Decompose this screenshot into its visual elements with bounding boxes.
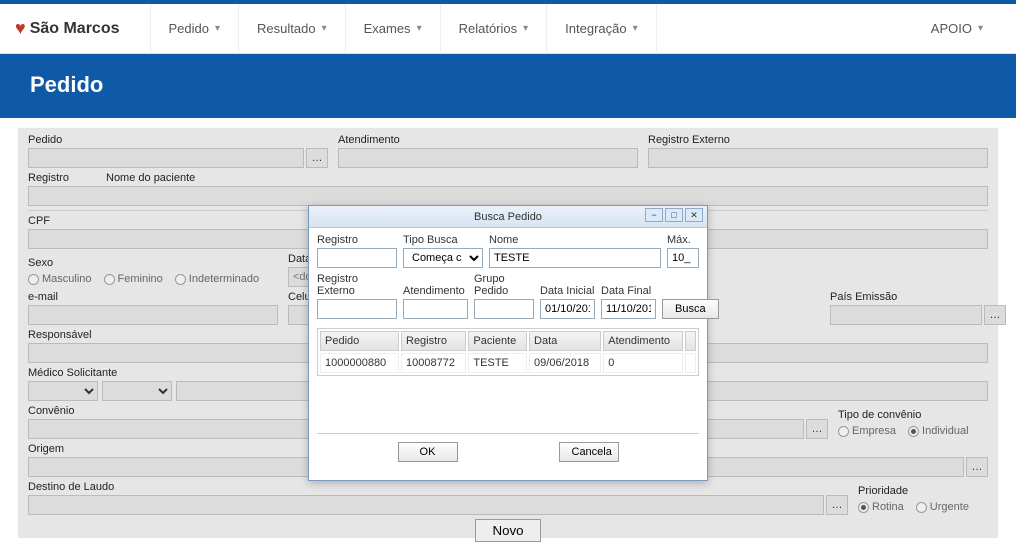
medico-select-2[interactable] [102, 381, 172, 401]
prioridade-radio-group: Rotina Urgente [858, 499, 988, 515]
modal-max-input[interactable] [667, 248, 699, 268]
medico-select-1[interactable] [28, 381, 98, 401]
convenio-lookup-button[interactable]: … [806, 419, 828, 439]
novo-button[interactable]: Novo [475, 519, 540, 542]
radio-feminino[interactable]: Feminino [104, 273, 163, 285]
col-paciente[interactable]: Paciente [468, 331, 527, 351]
email-input[interactable] [28, 305, 278, 325]
chevron-down-icon: ▾ [215, 23, 220, 34]
modal-title-bar[interactable]: Busca Pedido − □ ✕ [309, 206, 707, 228]
radio-urgente[interactable]: Urgente [916, 501, 969, 513]
pedido-lookup-button[interactable]: … [306, 148, 328, 168]
busca-pedido-modal: Busca Pedido − □ ✕ Registro Tipo BuscaCo… [308, 205, 708, 481]
tipo-convenio-radio-group: Empresa Individual [838, 423, 988, 439]
chevron-down-icon: ▾ [322, 23, 327, 34]
label-pais-emissao: País Emissão [830, 291, 1006, 303]
table-row[interactable]: 1000000880 10008772 TESTE 09/06/2018 0 [320, 353, 696, 373]
radio-empresa[interactable]: Empresa [838, 425, 896, 437]
chevron-down-icon: ▾ [417, 23, 422, 34]
label-registro: Registro [28, 172, 96, 184]
ok-button[interactable]: OK [398, 442, 458, 462]
modal-registro-externo-input[interactable] [317, 299, 397, 319]
modal-atendimento-input[interactable] [403, 299, 468, 319]
modal-tipo-busca-select[interactable]: Começa com [403, 248, 483, 268]
atendimento-input[interactable] [338, 148, 638, 168]
label-tipo-convenio: Tipo de convênio [838, 409, 988, 421]
label-pedido: Pedido [28, 134, 328, 146]
pais-emissao-input[interactable] [830, 305, 982, 325]
heart-icon: ♥ [15, 18, 26, 39]
chevron-down-icon: ▾ [978, 23, 983, 34]
nav-item-relatorios[interactable]: Relatórios▾ [440, 4, 547, 54]
nav-menu: Pedido▾ Resultado▾ Exames▾ Relatórios▾ I… [150, 4, 913, 54]
label-atendimento: Atendimento [338, 134, 638, 146]
minimize-icon[interactable]: − [645, 208, 663, 222]
col-pedido[interactable]: Pedido [320, 331, 399, 351]
page-title: Pedido [0, 54, 1016, 118]
col-blank[interactable] [685, 331, 696, 351]
destino-input[interactable] [28, 495, 824, 515]
cancel-button[interactable]: Cancela [559, 442, 619, 462]
radio-indeterminado[interactable]: Indeterminado [175, 273, 259, 285]
maximize-icon[interactable]: □ [665, 208, 683, 222]
radio-rotina[interactable]: Rotina [858, 501, 904, 513]
chevron-down-icon: ▾ [633, 23, 638, 34]
modal-nome-input[interactable] [489, 248, 661, 268]
logo: ♥ São Marcos [15, 18, 120, 39]
chevron-down-icon: ▾ [523, 23, 528, 34]
col-data[interactable]: Data [529, 331, 601, 351]
pedido-input[interactable] [28, 148, 304, 168]
sexo-radio-group: Masculino Feminino Indeterminado [28, 271, 278, 287]
label-registro-externo: Registro Externo [648, 134, 988, 146]
col-atendimento[interactable]: Atendimento [603, 331, 683, 351]
radio-masculino[interactable]: Masculino [28, 273, 92, 285]
label-nome-paciente: Nome do paciente [106, 172, 988, 184]
modal-grupo-pedido-input[interactable] [474, 299, 534, 319]
brand-text: São Marcos [30, 20, 120, 38]
label-destino: Destino de Laudo [28, 481, 848, 493]
results-table: Pedido Registro Paciente Data Atendiment… [317, 328, 699, 376]
label-email: e-mail [28, 291, 278, 303]
busca-button[interactable]: Busca [662, 299, 719, 319]
radio-individual[interactable]: Individual [908, 425, 968, 437]
modal-data-inicial-input[interactable] [540, 299, 595, 319]
pais-emissao-lookup-button[interactable]: … [984, 305, 1006, 325]
label-sexo: Sexo [28, 257, 278, 269]
col-registro[interactable]: Registro [401, 331, 466, 351]
destino-lookup-button[interactable]: … [826, 495, 848, 515]
modal-data-final-input[interactable] [601, 299, 656, 319]
navbar: ♥ São Marcos Pedido▾ Resultado▾ Exames▾ … [0, 4, 1016, 54]
nav-item-integracao[interactable]: Integração▾ [546, 4, 656, 54]
registro-nome-input[interactable] [28, 186, 988, 206]
nav-item-exames[interactable]: Exames▾ [345, 4, 440, 54]
nav-item-apoio[interactable]: APOIO▾ [913, 4, 1001, 54]
modal-title-text: Busca Pedido [474, 211, 542, 223]
close-icon[interactable]: ✕ [685, 208, 703, 222]
nav-item-resultado[interactable]: Resultado▾ [238, 4, 345, 54]
origem-lookup-button[interactable]: … [966, 457, 988, 477]
registro-externo-input[interactable] [648, 148, 988, 168]
nav-item-pedido[interactable]: Pedido▾ [150, 4, 239, 54]
label-prioridade: Prioridade [858, 485, 988, 497]
modal-registro-input[interactable] [317, 248, 397, 268]
